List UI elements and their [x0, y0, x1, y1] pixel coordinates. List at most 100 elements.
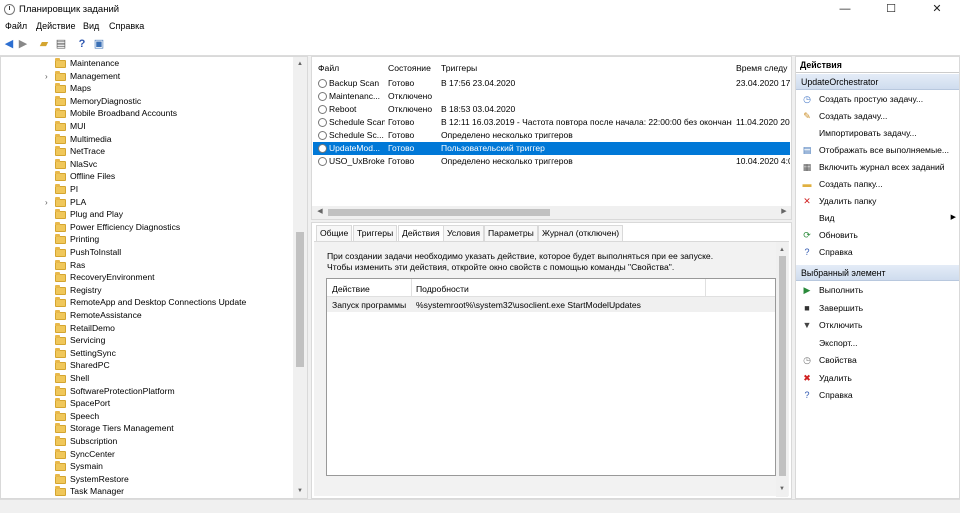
column-header-triggers[interactable]: Триггеры	[441, 63, 477, 73]
tree-item[interactable]: Storage Tiers Management	[1, 423, 291, 436]
task-row[interactable]: Maintenanc... Отключено	[313, 90, 790, 103]
action-item[interactable]: ⟳ Обновить	[796, 227, 959, 243]
scroll-left-icon[interactable]: ◀	[314, 206, 326, 218]
column-header-state[interactable]: Состояние	[388, 63, 431, 73]
action-item[interactable]: ✖ Удалить	[796, 370, 959, 386]
tree-item[interactable]: MemoryDiagnostic	[1, 95, 291, 109]
tree-item[interactable]: Power Efficiency Diagnostics	[1, 221, 291, 235]
tree-item[interactable]: Plug and Play	[1, 209, 291, 222]
task-row[interactable]: UpdateMod... Готово Пользовательский тригг…	[313, 142, 790, 155]
action-item[interactable]: Вид ▶	[796, 210, 959, 226]
column-header-next-run[interactable]: Время следу	[736, 63, 790, 73]
tree-item[interactable]: PushToInstall	[1, 247, 291, 260]
column-header-action[interactable]: Действие	[332, 284, 370, 294]
tree-item[interactable]: RemoteAssistance	[1, 310, 291, 323]
menu-help[interactable]: Справка	[109, 21, 144, 31]
tree-item[interactable]: NlaSvc	[1, 158, 291, 172]
tree-item[interactable]: Registry	[1, 284, 291, 298]
tree-item[interactable]: Multimedia	[1, 133, 291, 147]
tree-item[interactable]: Servicing	[1, 335, 291, 348]
expand-chevron-icon[interactable]: ›	[45, 198, 48, 207]
tree-item[interactable]: Maps	[1, 83, 291, 96]
tab-2[interactable]: Действия	[398, 225, 444, 242]
tree-item[interactable]: NetTrace	[1, 146, 291, 159]
task-row[interactable]: Schedule Sc... Готово Определено несколько…	[313, 129, 790, 142]
tree-scrollbar[interactable]: ▲ ▼	[293, 57, 307, 498]
close-button[interactable]: ✕	[914, 0, 960, 18]
section-update-orchestrator[interactable]: UpdateOrchestrator	[796, 74, 959, 90]
tab-4[interactable]: Параметры	[484, 225, 538, 241]
tree-item[interactable]: SettingSync	[1, 347, 291, 361]
tree-item[interactable]: RemoteApp and Desktop Connections Update	[1, 297, 291, 310]
maximize-button[interactable]: ☐	[868, 0, 914, 18]
column-header-file[interactable]: Файл	[318, 63, 339, 73]
details-scrollbar[interactable]: ▲ ▼	[776, 242, 788, 497]
tree-item[interactable]: Mobile Broadband Accounts	[1, 108, 291, 121]
scroll-up-icon[interactable]: ▲	[294, 58, 306, 70]
action-item[interactable]: ▶ Выполнить	[796, 282, 959, 298]
tree-item[interactable]: SyncCenter	[1, 448, 291, 462]
tab-1[interactable]: Триггеры	[353, 225, 398, 241]
menu-action[interactable]: Действие	[36, 21, 76, 31]
action-item[interactable]: ■ Завершить	[796, 300, 959, 316]
action-item[interactable]: ◷ Создать простую задачу...	[796, 91, 959, 107]
column-header-details[interactable]: Подробности	[416, 284, 469, 294]
action-item[interactable]: ▬ Создать папку...	[796, 176, 959, 192]
expand-chevron-icon[interactable]: ›	[45, 72, 48, 81]
action-item[interactable]: ◷ Свойства	[796, 352, 959, 368]
scroll-up-icon[interactable]: ▲	[776, 244, 788, 256]
action-item[interactable]: ✎ Создать задачу...	[796, 108, 959, 124]
scroll-down-icon[interactable]: ▼	[776, 483, 788, 495]
tree-item[interactable]: Speech	[1, 410, 291, 424]
action-item[interactable]: ▼ Отключить	[796, 317, 959, 333]
scroll-thumb[interactable]	[779, 256, 786, 476]
action-item[interactable]: ? Справка	[796, 244, 959, 260]
folder-up-icon[interactable]: ▰	[38, 38, 50, 50]
tab-3[interactable]: Условия	[443, 225, 485, 241]
forward-arrow-icon[interactable]: ▶	[17, 38, 29, 50]
tree-item[interactable]: Sysmain	[1, 461, 291, 474]
tree-item[interactable]: Ras	[1, 259, 291, 273]
action-row[interactable]: Запуск программы %systemroot%\system32\u…	[327, 297, 775, 312]
tree-item[interactable]: Maintenance	[1, 58, 291, 71]
scroll-down-icon[interactable]: ▼	[294, 485, 306, 497]
action-item[interactable]: ▦ Включить журнал всех заданий	[796, 159, 959, 175]
tree-item[interactable]: SystemRestore	[1, 473, 291, 487]
tree-item[interactable]: Shell	[1, 373, 291, 386]
task-row[interactable]: Schedule Scan Готово В 12:11 16.03.2019 - …	[313, 116, 790, 129]
tree-item[interactable]: SharedPC	[1, 360, 291, 373]
tree-item[interactable]: Offline Files	[1, 171, 291, 184]
tree-item[interactable]: Task Manager	[1, 486, 291, 498]
tree-item[interactable]: SpacePort	[1, 398, 291, 411]
tree-item[interactable]: Printing	[1, 234, 291, 247]
action-item[interactable]: ▤ Отображать все выполняемые...	[796, 142, 959, 158]
minimize-button[interactable]: —	[822, 0, 868, 18]
horizontal-scrollbar[interactable]: ◀ ▶	[312, 206, 791, 219]
tree-item[interactable]: SoftwareProtectionPlatform	[1, 385, 291, 399]
scroll-thumb[interactable]	[328, 209, 550, 216]
scroll-thumb[interactable]	[296, 232, 304, 367]
tree-item[interactable]: › Management	[1, 70, 291, 84]
tree-item[interactable]: PI	[1, 184, 291, 197]
action-item[interactable]: Импортировать задачу...	[796, 125, 959, 141]
action-item[interactable]: Экспорт...	[796, 335, 959, 351]
task-row[interactable]: Backup Scan Готово В 17:56 23.04.2020 23.04…	[313, 77, 790, 90]
tree-item[interactable]: RetailDemo	[1, 322, 291, 336]
help-icon[interactable]: ?	[76, 38, 88, 50]
tree-item[interactable]: RecoveryEnvironment	[1, 272, 291, 285]
console-icon[interactable]: ▣	[93, 38, 105, 50]
menu-file[interactable]: Файл	[5, 21, 27, 31]
section-selected-item[interactable]: Выбранный элемент	[796, 265, 959, 281]
task-row[interactable]: Reboot Отключено В 18:53 03.04.2020	[313, 103, 790, 116]
properties-icon[interactable]: ▤	[55, 38, 67, 50]
scroll-right-icon[interactable]: ▶	[778, 206, 790, 218]
task-row[interactable]: USO_UxBroker Готово Определено несколько т…	[313, 155, 790, 168]
menu-view[interactable]: Вид	[83, 21, 99, 31]
tree-item[interactable]: MUI	[1, 121, 291, 134]
back-arrow-icon[interactable]: ◀	[3, 38, 15, 50]
tree-item[interactable]: Subscription	[1, 436, 291, 449]
tab-0[interactable]: Общие	[316, 225, 353, 241]
tab-5[interactable]: Журнал (отключен)	[538, 225, 624, 241]
action-item[interactable]: ? Справка	[796, 387, 959, 403]
tree-item[interactable]: › PLA	[1, 196, 291, 210]
